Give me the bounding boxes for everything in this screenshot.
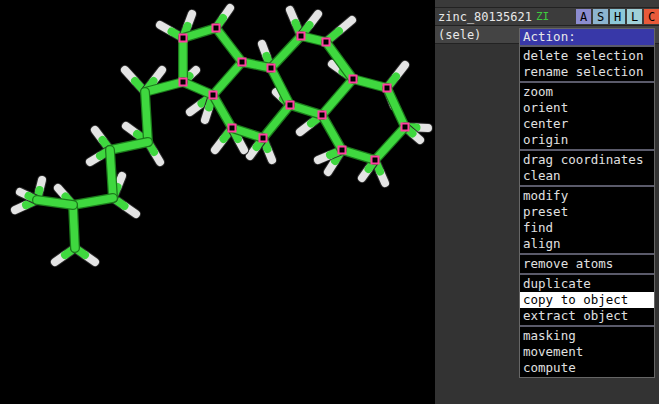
object-name[interactable]: (sele) <box>438 28 481 42</box>
carbon-bond-stick <box>110 150 113 198</box>
carbon-bond-stick <box>271 68 290 105</box>
action-menu: Action:delete selectionrename selectionz… <box>519 28 655 378</box>
menu-item[interactable]: drag coordinates <box>520 152 654 168</box>
carbon-bond-stick <box>322 115 342 150</box>
carbon-bond-stick <box>271 36 301 68</box>
carbon-bond-stick <box>387 88 405 127</box>
object-action-button[interactable]: A <box>576 9 591 24</box>
selection-marker-icon <box>180 79 187 86</box>
carbon-bond-stick <box>342 150 375 160</box>
3d-viewer[interactable] <box>0 0 435 404</box>
carbon-bond-stick <box>37 200 73 205</box>
selection-marker-icon <box>350 76 357 83</box>
carbon-bond-stick <box>145 92 148 142</box>
object-action-button[interactable]: H <box>610 9 625 24</box>
menu-group: delete selectionrename selection <box>520 45 654 81</box>
menu-group: duplicatecopy to objectextract object <box>520 273 654 325</box>
selection-marker-icon <box>372 157 379 164</box>
selection-marker-icon <box>402 124 409 131</box>
carbon-bond-stick <box>213 62 242 95</box>
carbon-bond-stick <box>183 28 216 38</box>
menu-group: modifypresetfindalign <box>520 185 654 253</box>
object-panel: zinc_80135621ZIASHLC(sele)Action:delete … <box>435 0 659 404</box>
carbon-bond-stick <box>73 205 75 248</box>
selection-marker-icon <box>239 59 246 66</box>
menu-group: remove atoms <box>520 253 654 273</box>
menu-item[interactable]: preset <box>520 204 654 220</box>
selection-marker-icon <box>319 112 326 119</box>
selection-marker-icon <box>210 92 217 99</box>
menu-title: Action: <box>520 29 654 45</box>
menu-item[interactable]: center <box>520 116 654 132</box>
menu-item[interactable]: origin <box>520 132 654 148</box>
carbon-bond-stick <box>110 142 148 150</box>
object-action-button[interactable]: C <box>644 9 659 24</box>
menu-item[interactable]: extract object <box>520 308 654 324</box>
selection-marker-icon <box>268 65 275 72</box>
molecule-stick-model[interactable] <box>0 0 435 404</box>
object-row-cut[interactable] <box>435 0 659 8</box>
menu-item[interactable]: align <box>520 236 654 252</box>
menu-item[interactable]: compute <box>520 360 654 376</box>
carbon-bond-stick <box>322 79 353 115</box>
menu-item[interactable]: masking <box>520 328 654 344</box>
object-action-button[interactable]: L <box>627 9 642 24</box>
carbon-bond-stick <box>213 95 232 128</box>
menu-item[interactable]: orient <box>520 100 654 116</box>
selection-marker-icon <box>339 147 346 154</box>
menu-item[interactable]: find <box>520 220 654 236</box>
menu-group: zoomorientcenterorigin <box>520 81 654 149</box>
menu-item[interactable]: zoom <box>520 84 654 100</box>
carbon-bond-stick <box>73 198 113 205</box>
menu-item[interactable]: remove atoms <box>520 256 654 272</box>
carbon-bond-stick <box>145 82 183 92</box>
menu-item[interactable]: duplicate <box>520 276 654 292</box>
carbon-bond-stick <box>326 42 353 79</box>
menu-item[interactable]: movement <box>520 344 654 360</box>
menu-item[interactable]: delete selection <box>520 48 654 64</box>
pymol-window: zinc_80135621ZIASHLC(sele)Action:delete … <box>0 0 659 404</box>
object-action-button[interactable]: S <box>593 9 608 24</box>
object-row[interactable]: zinc_80135621 ZI ASHLC <box>435 8 659 26</box>
menu-item[interactable]: copy to object <box>520 292 654 308</box>
object-state: ZI <box>536 10 549 23</box>
object-name[interactable]: zinc_80135621 <box>438 10 532 24</box>
selection-marker-icon <box>287 102 294 109</box>
carbon-bond-stick <box>290 105 322 115</box>
carbon-bond-stick <box>263 105 290 138</box>
selection-marker-icon <box>229 125 236 132</box>
carbon-bond-stick <box>216 28 242 62</box>
menu-group: drag coordinatesclean <box>520 149 654 185</box>
menu-item[interactable]: clean <box>520 168 654 184</box>
selection-marker-icon <box>213 25 220 32</box>
selection-marker-icon <box>180 35 187 42</box>
menu-item[interactable]: rename selection <box>520 64 654 80</box>
selection-marker-icon <box>260 135 267 142</box>
selection-marker-icon <box>298 33 305 40</box>
carbon-bond-stick <box>183 38 184 82</box>
carbon-bond-stick <box>353 79 387 88</box>
carbon-bond-stick <box>375 127 405 160</box>
selection-marker-icon <box>323 39 330 46</box>
menu-group: maskingmovementcompute <box>520 325 654 377</box>
selection-marker-icon <box>384 85 391 92</box>
menu-item[interactable]: modify <box>520 188 654 204</box>
